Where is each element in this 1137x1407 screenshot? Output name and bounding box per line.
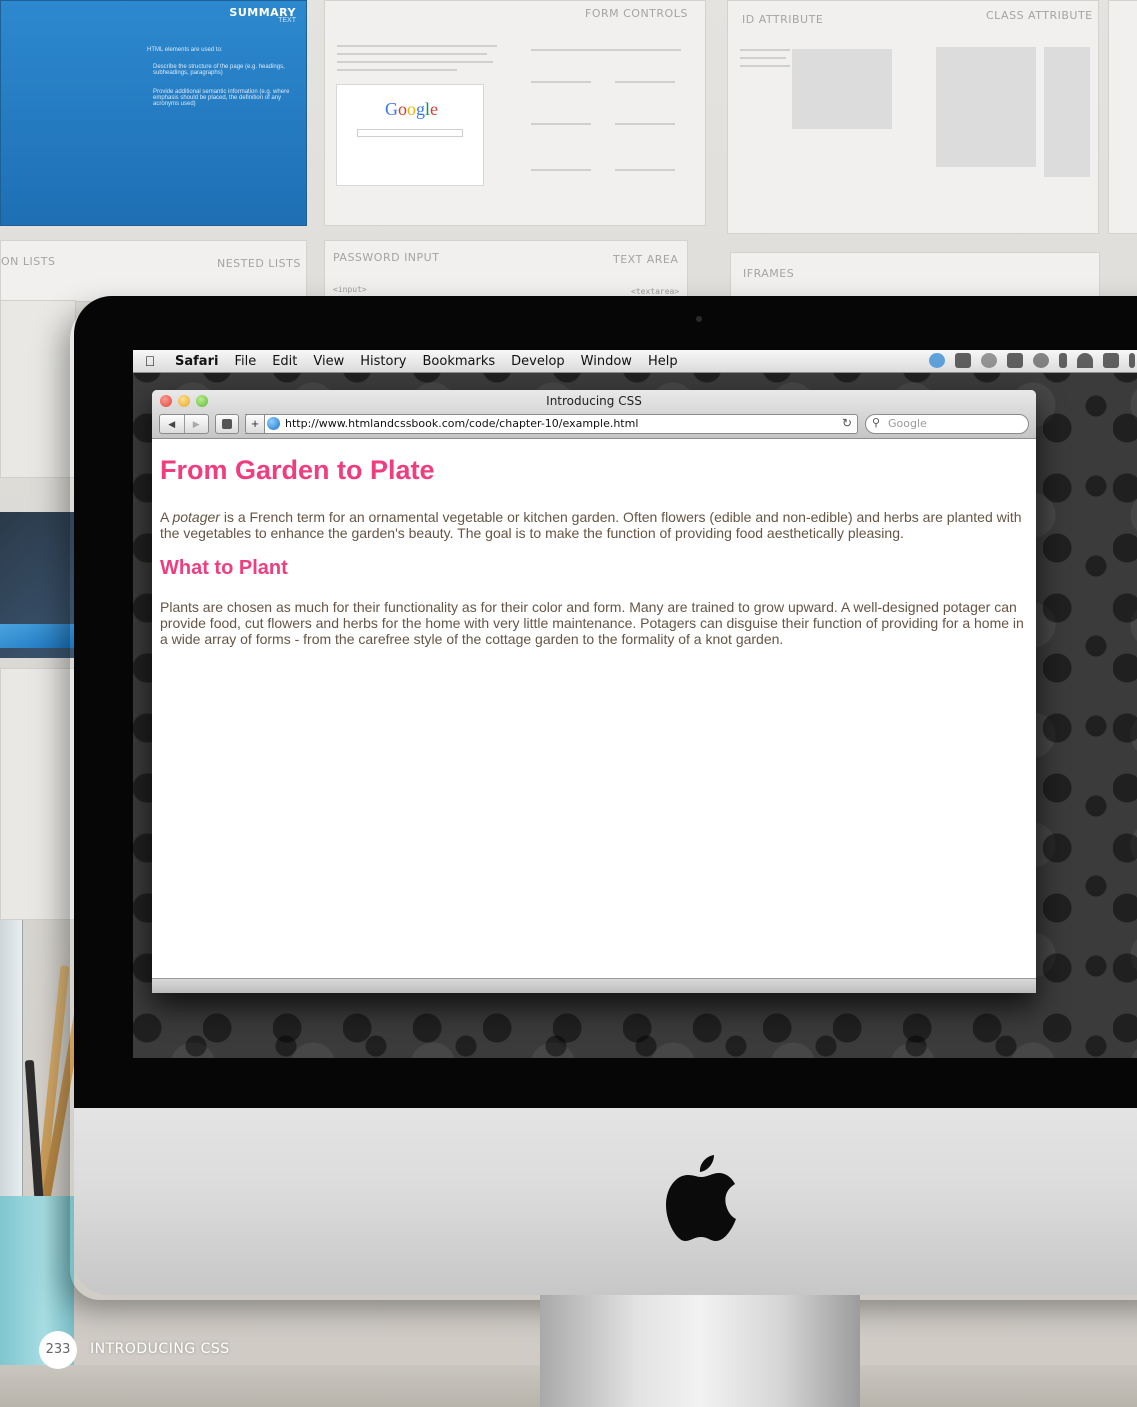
menu-edit[interactable]: Edit: [264, 354, 305, 369]
class-attribute-poster-title: CLASS ATTRIBUTE: [986, 9, 1093, 22]
nested-lists-poster-title: NESTED LISTS: [217, 257, 301, 270]
form-controls-poster-title: FORM CONTROLS: [585, 7, 688, 20]
iframes-poster: IFRAMES: [730, 252, 1100, 302]
summary-bullet-1: Describe the structure of the page (e.g.…: [153, 64, 285, 76]
globe-icon: [267, 417, 280, 430]
id-attribute-poster: ID ATTRIBUTE CLASS ATTRIBUTE: [727, 0, 1099, 234]
summary-bullet-intro: HTML elements are used to:: [147, 47, 223, 53]
bookmark-icon: [222, 419, 232, 429]
menu-help[interactable]: Help: [640, 354, 686, 369]
window-title: Introducing CSS: [546, 394, 642, 408]
page-content: From Garden to Plate A potager is a Fren…: [152, 439, 1036, 979]
window-statusbar: [152, 978, 1036, 993]
camera-icon: [696, 316, 702, 322]
text-area-poster-title: TEXT AREA: [613, 253, 679, 266]
url-text[interactable]: http://www.htmlandcssbook.com/code/chapt…: [285, 417, 638, 430]
menu-view[interactable]: View: [305, 354, 352, 369]
dropbox-icon[interactable]: [929, 353, 945, 368]
summary-poster-subtitle: TEXT: [278, 17, 296, 24]
nested-lists-poster: ON LISTS NESTED LISTS: [0, 240, 307, 302]
password-input-poster-title: PASSWORD INPUT: [333, 251, 440, 264]
menu-develop[interactable]: Develop: [503, 354, 573, 369]
iframes-poster-title: IFRAMES: [743, 267, 795, 280]
summary-poster: SUMMARY TEXT HTML elements are used to: …: [0, 0, 307, 226]
input-tag: <input>: [333, 285, 367, 294]
potager-term: potager: [172, 509, 220, 525]
sync-icon[interactable]: [1033, 353, 1049, 368]
menu-history[interactable]: History: [352, 354, 414, 369]
wifi-icon[interactable]: [1077, 353, 1093, 368]
time-machine-icon[interactable]: [981, 353, 997, 368]
imac-screen:  Safari File Edit View History Bookmark…: [133, 350, 1137, 1058]
apple-logo-icon: [666, 1155, 736, 1241]
battery-icon[interactable]: [1103, 353, 1119, 368]
volume-icon[interactable]: [1129, 353, 1135, 368]
section-heading: What to Plant: [160, 557, 288, 579]
menu-bookmarks[interactable]: Bookmarks: [415, 354, 504, 369]
safari-window: Introducing CSS ◀ ▶ + http://www.htmland…: [152, 390, 1036, 993]
google-screenshot: Google: [336, 84, 484, 186]
pen: [24, 1059, 45, 1211]
textarea-tag: <textarea>: [631, 287, 680, 296]
back-button[interactable]: ◀: [160, 415, 184, 433]
menu-window[interactable]: Window: [573, 354, 640, 369]
menubar-status-icons: [929, 353, 1135, 368]
menu-safari[interactable]: Safari: [167, 354, 226, 369]
left-fragment-title: ON LISTS: [1, 255, 56, 268]
password-input-poster: PASSWORD INPUT TEXT AREA <input> <textar…: [324, 240, 688, 302]
menu-file[interactable]: File: [226, 354, 264, 369]
google-logo: Google: [385, 99, 439, 119]
imac-stand: [540, 1295, 860, 1407]
bookmarks-button[interactable]: [215, 414, 239, 434]
id-attribute-poster-title: ID ATTRIBUTE: [742, 13, 824, 26]
display-icon[interactable]: [1007, 353, 1023, 368]
back-forward-buttons: ◀ ▶: [159, 414, 209, 434]
dark-poster: [0, 512, 74, 658]
page-number: 233: [39, 1331, 77, 1369]
section-label: INTRODUCING CSS: [90, 1341, 230, 1357]
summary-bullet-2: Provide additional semantic information …: [153, 89, 290, 107]
search-field[interactable]: ⚲: [865, 414, 1029, 434]
intro-paragraph: A potager is a French term for an orname…: [160, 509, 1022, 541]
page-heading: From Garden to Plate: [160, 455, 435, 485]
window-titlebar: Introducing CSS ◀ ▶ + http://www.htmland…: [152, 390, 1036, 439]
plants-paragraph: Plants are chosen as much for their func…: [160, 599, 1024, 647]
google-search-box: [357, 129, 463, 137]
add-bookmark-button[interactable]: +: [245, 414, 265, 434]
ruler: [0, 920, 23, 1200]
evernote-icon[interactable]: [955, 353, 971, 368]
reload-button[interactable]: ↻: [842, 416, 852, 430]
search-icon: ⚲: [872, 417, 881, 429]
mac-menubar:  Safari File Edit View History Bookmark…: [133, 350, 1137, 373]
apple-menu-icon[interactable]: : [133, 353, 167, 369]
search-input[interactable]: [888, 417, 1018, 430]
bluetooth-icon[interactable]: [1059, 353, 1067, 368]
address-bar[interactable]: http://www.htmlandcssbook.com/code/chapt…: [245, 414, 858, 434]
forward-button[interactable]: ▶: [183, 415, 209, 433]
